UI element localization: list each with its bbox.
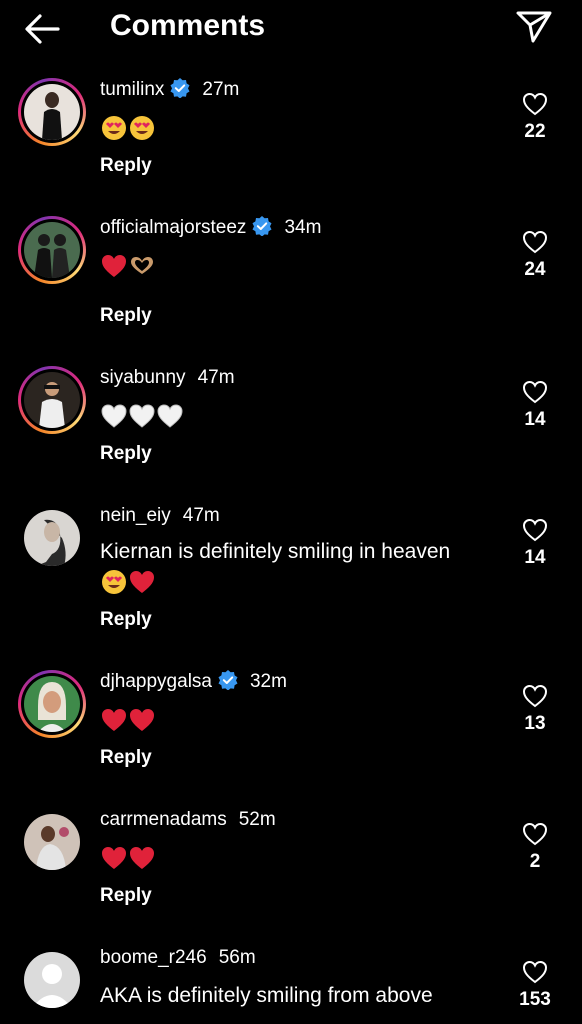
avatar[interactable] bbox=[24, 814, 80, 870]
white-heart-icon bbox=[101, 404, 127, 428]
verified-badge-icon bbox=[170, 78, 190, 98]
red-heart-icon bbox=[130, 571, 154, 593]
comment-emojis bbox=[100, 402, 184, 430]
comment-time: 27m bbox=[202, 79, 240, 100]
avatar-story-ring[interactable] bbox=[18, 670, 86, 738]
comment-username[interactable]: boome_r246 bbox=[100, 947, 207, 968]
avatar bbox=[24, 372, 80, 428]
comment-emojis bbox=[100, 706, 156, 734]
red-heart-icon bbox=[102, 847, 126, 869]
like-count: 14 bbox=[524, 547, 546, 568]
comment-time: 47m bbox=[197, 367, 235, 388]
comment-time: 47m bbox=[182, 505, 220, 526]
comment-time: 56m bbox=[218, 947, 256, 968]
like-control: 22 bbox=[515, 92, 555, 144]
avatar bbox=[24, 676, 80, 732]
like-count: 24 bbox=[524, 259, 546, 280]
red-heart-icon bbox=[130, 847, 154, 869]
like-control: 2 bbox=[515, 822, 555, 874]
avatar bbox=[24, 222, 80, 278]
comment-emojis bbox=[100, 844, 156, 872]
page-title: Comments bbox=[110, 9, 266, 42]
comment-time: 34m bbox=[284, 217, 322, 238]
verified-badge-icon bbox=[218, 670, 238, 690]
like-count: 2 bbox=[529, 851, 541, 872]
heart-icon[interactable] bbox=[522, 380, 548, 404]
like-count: 22 bbox=[524, 121, 546, 142]
like-count: 153 bbox=[519, 989, 551, 1010]
reply-button[interactable]: Reply bbox=[100, 884, 152, 908]
heart-eyes-face-icon bbox=[130, 116, 154, 140]
send-icon[interactable] bbox=[514, 10, 554, 44]
like-control: 14 bbox=[515, 380, 555, 432]
comment-username[interactable]: tumilinx bbox=[100, 79, 164, 100]
reply-button[interactable]: Reply bbox=[100, 608, 152, 632]
comment-username[interactable]: officialmajorsteez bbox=[100, 217, 246, 238]
red-heart-icon bbox=[102, 709, 126, 731]
red-heart-icon bbox=[130, 709, 154, 731]
heart-icon[interactable] bbox=[522, 960, 548, 984]
reply-button[interactable]: Reply bbox=[100, 746, 152, 770]
comment-time: 52m bbox=[238, 809, 276, 830]
verified-badge-icon bbox=[252, 216, 272, 236]
avatar bbox=[24, 84, 80, 140]
comment-username[interactable]: djhappygalsa bbox=[100, 671, 212, 692]
comment-time: 32m bbox=[249, 671, 287, 692]
like-control: 153 bbox=[515, 960, 555, 1012]
like-count: 14 bbox=[524, 409, 546, 430]
back-arrow-icon[interactable] bbox=[22, 12, 62, 46]
comment-username[interactable]: siyabunny bbox=[100, 367, 186, 388]
avatar-story-ring[interactable] bbox=[18, 78, 86, 146]
white-heart-icon bbox=[129, 404, 155, 428]
comment-text: AKA is definitely smiling from above bbox=[100, 984, 433, 1007]
comment-emojis bbox=[100, 114, 156, 142]
red-heart-icon bbox=[102, 255, 126, 277]
heart-icon[interactable] bbox=[522, 230, 548, 254]
avatar[interactable] bbox=[24, 952, 80, 1008]
avatar-story-ring[interactable] bbox=[18, 216, 86, 284]
comment-username[interactable]: carrmenadams bbox=[100, 809, 227, 830]
avatar[interactable] bbox=[24, 510, 80, 566]
avatar-story-ring[interactable] bbox=[18, 366, 86, 434]
heart-hands-icon bbox=[131, 257, 153, 274]
like-count: 13 bbox=[524, 713, 546, 734]
heart-icon[interactable] bbox=[522, 684, 548, 708]
comment-text: Kiernan is definitely smiling in heaven bbox=[100, 540, 451, 563]
heart-icon[interactable] bbox=[522, 822, 548, 846]
white-heart-icon bbox=[157, 404, 183, 428]
heart-eyes-face-icon bbox=[102, 570, 126, 594]
heart-eyes-face-icon bbox=[102, 116, 126, 140]
header-bar: Comments bbox=[0, 0, 582, 60]
comment-username[interactable]: nein_eiy bbox=[100, 505, 171, 526]
comment-emojis bbox=[100, 252, 156, 280]
like-control: 13 bbox=[515, 684, 555, 736]
like-control: 14 bbox=[515, 518, 555, 570]
comment-emojis bbox=[100, 568, 156, 596]
reply-button[interactable]: Reply bbox=[100, 154, 152, 178]
heart-icon[interactable] bbox=[522, 92, 548, 116]
heart-icon[interactable] bbox=[522, 518, 548, 542]
like-control: 24 bbox=[515, 230, 555, 282]
reply-button[interactable]: Reply bbox=[100, 442, 152, 466]
reply-button[interactable]: Reply bbox=[100, 304, 152, 328]
